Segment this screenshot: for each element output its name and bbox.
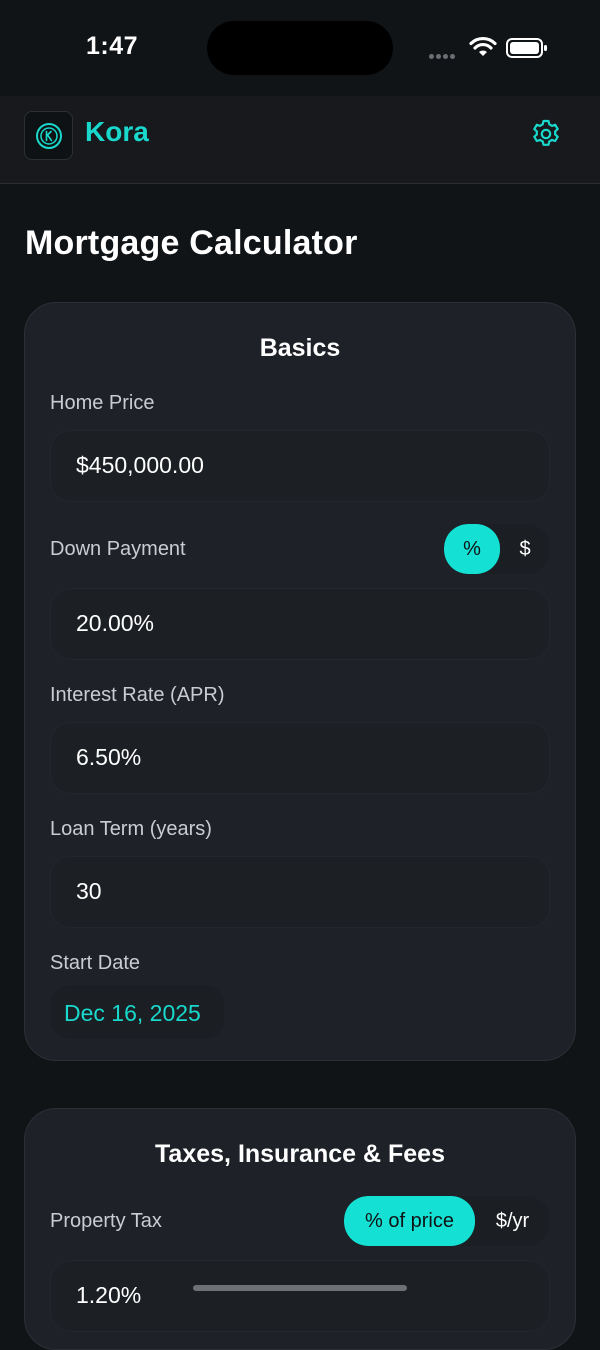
taxes-card-title: Taxes, Insurance & Fees bbox=[155, 1140, 445, 1168]
home-indicator[interactable] bbox=[193, 1285, 407, 1291]
settings-gear-icon[interactable] bbox=[530, 118, 562, 150]
interest-rate-field[interactable]: 6.50% bbox=[50, 722, 550, 794]
basics-card-title: Basics bbox=[259, 334, 341, 362]
down-payment-dollar-option[interactable]: $ bbox=[500, 524, 550, 574]
status-time: 1:47 bbox=[86, 32, 139, 60]
taxes-insurance-fees-card: Taxes, Insurance & Fees Property Tax % o… bbox=[24, 1108, 576, 1350]
wifi-icon bbox=[469, 36, 497, 56]
property-tax-percent-option[interactable]: % of price bbox=[344, 1196, 475, 1246]
cellular-signal-icon bbox=[429, 46, 463, 59]
down-payment-value: 20.00% bbox=[76, 610, 155, 636]
start-date-picker[interactable]: Dec 16, 2025 bbox=[50, 985, 224, 1039]
property-tax-dollar-option[interactable]: $/yr bbox=[475, 1196, 550, 1246]
down-payment-field[interactable]: 20.00% bbox=[50, 588, 550, 660]
app-brand-name: Kora bbox=[85, 116, 149, 147]
dynamic-island bbox=[207, 21, 393, 75]
home-price-label: Home Price bbox=[50, 392, 155, 414]
property-tax-unit-toggle: % of price $/yr bbox=[344, 1196, 550, 1246]
kora-logo-icon bbox=[35, 122, 62, 149]
app-logo[interactable] bbox=[24, 111, 73, 160]
property-tax-field[interactable]: 1.20% bbox=[50, 1260, 550, 1332]
down-payment-percent-option[interactable]: % bbox=[444, 524, 500, 574]
basics-card: Basics Home Price $450,000.00 Down Payme… bbox=[24, 302, 576, 1061]
down-payment-label: Down Payment bbox=[50, 538, 186, 560]
property-tax-label: Property Tax bbox=[50, 1210, 162, 1232]
page-title: Mortgage Calculator bbox=[25, 224, 358, 262]
interest-rate-label: Interest Rate (APR) bbox=[50, 684, 225, 706]
status-bar: 1:47 bbox=[0, 0, 600, 96]
loan-term-value: 30 bbox=[76, 878, 102, 904]
interest-rate-value: 6.50% bbox=[76, 744, 142, 770]
home-price-field[interactable]: $450,000.00 bbox=[50, 430, 550, 502]
start-date-value: Dec 16, 2025 bbox=[64, 1000, 201, 1026]
loan-term-field[interactable]: 30 bbox=[50, 856, 550, 928]
app-header: Kora bbox=[0, 96, 600, 184]
loan-term-label: Loan Term (years) bbox=[50, 818, 212, 840]
battery-icon bbox=[506, 38, 547, 58]
start-date-label: Start Date bbox=[50, 952, 141, 974]
property-tax-value: 1.20% bbox=[76, 1282, 142, 1308]
home-price-value: $450,000.00 bbox=[76, 452, 204, 478]
down-payment-unit-toggle: % $ bbox=[444, 524, 550, 574]
